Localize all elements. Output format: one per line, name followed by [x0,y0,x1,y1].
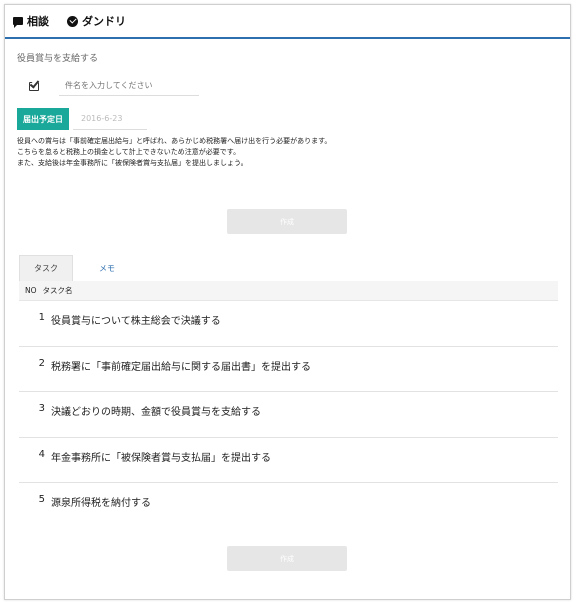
table-row[interactable]: 5 源泉所得税を納付する [19,483,558,529]
task-name: 年金事務所に「被保険者賞与支払届」を提出する [51,452,271,464]
nav-dandori-label: ダンドリ [82,15,126,28]
table-row[interactable]: 2 税務署に「事前確定届出給与に関する届出書」を提出する [19,347,558,392]
tab-bar: タスク メモ [19,255,129,281]
date-label: 届出予定日 [17,108,69,130]
description: 役員への賞与は「事前確定届出給与」と呼ばれ、あらかじめ税務署へ届け出を行う必要が… [17,136,558,169]
task-no: 2 [38,357,45,369]
table-row[interactable]: 3 決議どおりの時期、金額で役員賞与を支給する [19,392,558,438]
title-input[interactable] [59,76,199,96]
column-header-name: タスク名 [42,286,73,295]
task-name: 税務署に「事前確定届出給与に関する届出書」を提出する [51,361,311,373]
app-window: 相談 ダンドリ 役員賞与を支給する 届出予定日 役員への賞与は「事前確定届出給与… [4,4,571,600]
task-name: 決議どおりの時期、金額で役員賞与を支給する [51,407,261,418]
nav-consult[interactable]: 相談 [13,13,49,29]
section-label: 役員賞与を支給する [17,54,99,64]
task-no: 5 [38,494,45,505]
nav-consult-label: 相談 [27,15,49,28]
check-circle-icon [67,15,78,27]
main-content: 役員賞与を支給する 届出予定日 役員への賞与は「事前確定届出給与」と呼ばれ、あら… [5,39,570,234]
task-name: 源泉所得税を納付する [51,498,151,509]
table-row[interactable]: 1 役員賞与について株主総会で決議する [19,301,558,347]
checkbox-icon[interactable] [29,78,43,92]
nav-dandori[interactable]: ダンドリ [67,13,126,29]
task-no: 4 [38,448,45,460]
task-no: 1 [38,312,45,323]
task-table-header: NO タスク名 [19,281,558,301]
task-no: 3 [38,403,45,414]
title-row [29,76,558,96]
task-name: 役員賞与について株主総会で決議する [51,316,221,327]
description-line: こちらを怠ると税務上の損金として計上できないため注意が必要です。 [17,148,241,156]
chat-icon [13,17,23,28]
create-button[interactable]: 作成 [227,209,347,234]
description-line: 役員への賞与は「事前確定届出給与」と呼ばれ、あらかじめ税務署へ届け出を行う必要が… [17,137,332,145]
description-line: また、支給後は年金事務所に「被保険者賞与支払届」を提出しましょう。 [17,159,248,167]
tab-task[interactable]: タスク [19,255,73,281]
date-input[interactable] [73,108,147,130]
column-header-no: NO [25,286,37,295]
top-navigation: 相談 ダンドリ [5,5,570,39]
tab-memo[interactable]: メモ [85,255,129,281]
task-table: NO タスク名 1 役員賞与について株主総会で決議する 2 税務署に「事前確定届… [19,281,558,529]
table-row[interactable]: 4 年金事務所に「被保険者賞与支払届」を提出する [19,438,558,483]
create-button-bottom[interactable]: 作成 [227,546,347,571]
date-row: 届出予定日 [17,108,558,130]
